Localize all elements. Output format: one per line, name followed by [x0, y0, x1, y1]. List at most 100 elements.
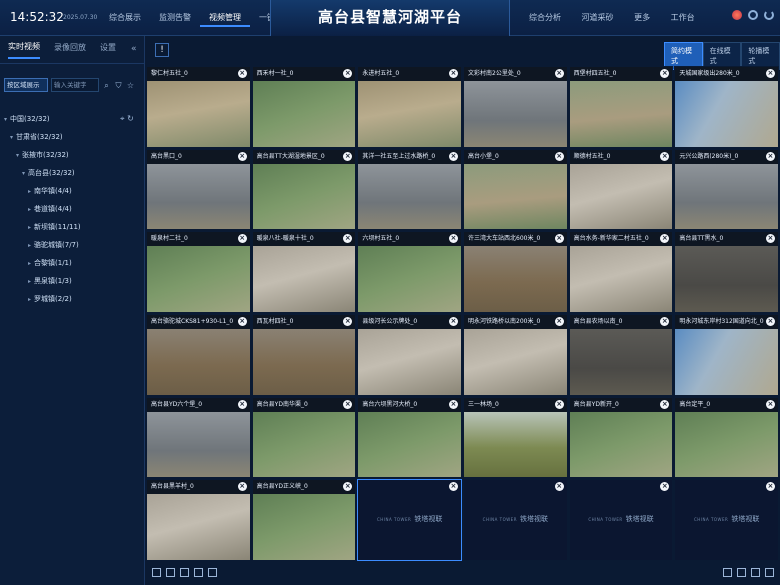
close-icon[interactable]: ×: [448, 482, 458, 492]
snapshot-icon[interactable]: [166, 568, 175, 577]
tab-playback[interactable]: 录像回放: [54, 42, 86, 58]
video-cell[interactable]: 顺德村五社_0 ×: [568, 148, 674, 231]
avatar[interactable]: [732, 10, 742, 20]
video-cell[interactable]: 黎仁村五社_0 ×: [146, 66, 251, 148]
close-icon[interactable]: ×: [237, 234, 247, 244]
close-icon[interactable]: ×: [660, 482, 670, 492]
video-cell[interactable]: 高台水务-新华家二村五社_0 ×: [568, 231, 674, 313]
close-icon[interactable]: ×: [554, 399, 564, 409]
tree-node[interactable]: ▸ 合黎镇(1/1): [4, 254, 141, 272]
close-icon[interactable]: ×: [448, 151, 458, 161]
tab-settings[interactable]: 设置: [100, 42, 116, 58]
close-icon[interactable]: ×: [343, 151, 353, 161]
refresh-icon[interactable]: ↻: [127, 114, 134, 123]
tree-node[interactable]: ▾ 张掖市(32/32): [4, 146, 141, 164]
video-cell[interactable]: 其洋一社五至上过水路桥_0 ×: [357, 148, 462, 231]
nav-item-video[interactable]: 视频管理: [200, 12, 250, 27]
empty-video-slot[interactable]: CHINA TOWER 铁塔视联 ×: [674, 479, 779, 561]
search-icon[interactable]: ⌕: [102, 81, 111, 90]
video-cell[interactable]: 高台县TT大湖湿地景区_0 ×: [251, 148, 357, 231]
video-cell[interactable]: 西瓦村四社_0 ×: [251, 314, 357, 396]
video-cell[interactable]: 暖泉八社-暖泉十社_0 ×: [251, 231, 357, 313]
close-icon[interactable]: ×: [554, 482, 564, 492]
star-icon[interactable]: ☆: [126, 81, 135, 90]
locate-icon[interactable]: ⌖: [120, 114, 125, 123]
collapse-icon[interactable]: «: [131, 44, 137, 54]
video-cell[interactable]: 西禾村一社_0 ×: [251, 66, 357, 148]
video-cell[interactable]: 高台县YD六个堡_0 ×: [146, 396, 251, 479]
tab-live-video[interactable]: 实时视频: [8, 41, 40, 59]
close-icon[interactable]: ×: [237, 151, 247, 161]
nav-item-overview[interactable]: 综合展示: [100, 12, 150, 27]
volume-icon[interactable]: [737, 568, 746, 577]
close-icon[interactable]: ×: [765, 482, 775, 492]
close-icon[interactable]: ×: [765, 151, 775, 161]
video-cell[interactable]: 永进村五社_0 ×: [357, 66, 462, 148]
close-icon[interactable]: ×: [237, 317, 247, 326]
close-icon[interactable]: ×: [660, 151, 670, 161]
empty-video-slot[interactable]: CHINA TOWER 铁塔视联 ×: [357, 479, 462, 561]
video-cell[interactable]: 高台县YD南华渠_0 ×: [251, 396, 357, 479]
close-icon[interactable]: ×: [765, 69, 775, 78]
tree-node[interactable]: ▸ 骆驼城镇(7/7): [4, 236, 141, 254]
nav-item-workbench[interactable]: 工作台: [662, 12, 704, 23]
video-cell[interactable]: 许三湾大车站西北600米_0 ×: [463, 231, 568, 313]
region-select[interactable]: 按区域展示: [4, 78, 48, 92]
close-icon[interactable]: ×: [448, 317, 458, 326]
video-cell[interactable]: 高台小堡_0 ×: [463, 148, 568, 231]
favorite-icon[interactable]: [152, 568, 161, 577]
close-icon[interactable]: ×: [554, 151, 564, 161]
settings-icon[interactable]: [748, 10, 758, 20]
tree-node[interactable]: ▸ 巷道镇(4/4): [4, 200, 141, 218]
close-icon[interactable]: ×: [765, 399, 775, 409]
nav-item-analysis[interactable]: 综合分析: [520, 12, 570, 23]
video-cell[interactable]: 西堡村四五社_0 ×: [568, 66, 674, 148]
nav-item-sand[interactable]: 河道采砂: [573, 12, 623, 23]
close-icon[interactable]: ×: [554, 317, 564, 326]
copy-icon[interactable]: [208, 568, 217, 577]
close-icon[interactable]: ×: [343, 399, 353, 409]
tree-node[interactable]: ▸ 黑泉镇(1/3): [4, 272, 141, 290]
logout-icon[interactable]: [764, 10, 774, 20]
video-cell[interactable]: 高台县YD新开_0 ×: [568, 396, 674, 479]
split-icon[interactable]: [751, 568, 760, 577]
close-icon[interactable]: ×: [237, 399, 247, 409]
tree-node[interactable]: ▸ 罗城镇(2/2): [4, 290, 141, 308]
video-cell[interactable]: 高台县农场以南_0 ×: [568, 314, 674, 396]
tree-node[interactable]: ▾ 甘肃省(32/32): [4, 128, 141, 146]
filter-icon[interactable]: ⛉: [114, 81, 123, 90]
video-cell[interactable]: 明永河铁路桥以南200米_0 ×: [463, 314, 568, 396]
video-cell[interactable]: 高台县YD正义峡_0 ×: [251, 479, 357, 561]
empty-video-slot[interactable]: CHINA TOWER 铁塔视联 ×: [463, 479, 568, 561]
video-cell[interactable]: 高台骆驼城CKS81+930-L1_0 ×: [146, 314, 251, 396]
empty-video-slot[interactable]: CHINA TOWER 铁塔视联 ×: [568, 479, 674, 561]
video-cell[interactable]: 六坝村五社_0 ×: [357, 231, 462, 313]
video-cell[interactable]: 文彩村南2公里处_0 ×: [463, 66, 568, 148]
video-cell[interactable]: 暖泉村二社_0 ×: [146, 231, 251, 313]
tree-node[interactable]: ▸ 南华镇(4/4): [4, 182, 141, 200]
video-cell[interactable]: 高台县TT黑水_0 ×: [674, 231, 779, 313]
close-icon[interactable]: ×: [237, 482, 247, 492]
video-cell[interactable]: 天城国家级出280米_0 ×: [674, 66, 779, 148]
download-icon[interactable]: [194, 568, 203, 577]
video-cell[interactable]: 明永河城东岸村312国道向北_0 ×: [674, 314, 779, 396]
video-cell[interactable]: 高台县黑羊村_0 ×: [146, 479, 251, 561]
fullscreen-icon[interactable]: [765, 568, 774, 577]
video-cell[interactable]: 高台定平_0 ×: [674, 396, 779, 479]
tree-node[interactable]: ▸ 新坝镇(11/11): [4, 218, 141, 236]
tree-node[interactable]: ▾ 高台县(32/32): [4, 164, 141, 182]
video-cell[interactable]: 高台黑口_0 ×: [146, 148, 251, 231]
close-icon[interactable]: ×: [660, 399, 670, 409]
close-icon[interactable]: ×: [765, 317, 775, 326]
video-cell[interactable]: 高台六坝黑河大桥_0 ×: [357, 396, 462, 479]
video-cell[interactable]: 县级河长公示牌处_0 ×: [357, 314, 462, 396]
warning-icon[interactable]: !: [155, 43, 169, 57]
nav-item-more[interactable]: 更多: [625, 12, 659, 23]
video-cell[interactable]: 元兴公路西(280米)_0 ×: [674, 148, 779, 231]
video-cell[interactable]: 三一林场_0 ×: [463, 396, 568, 479]
close-icon[interactable]: ×: [237, 69, 247, 78]
close-icon[interactable]: ×: [448, 399, 458, 409]
close-icon[interactable]: ×: [448, 69, 458, 78]
search-input[interactable]: 输入关键字: [51, 78, 99, 92]
record-icon[interactable]: [180, 568, 189, 577]
